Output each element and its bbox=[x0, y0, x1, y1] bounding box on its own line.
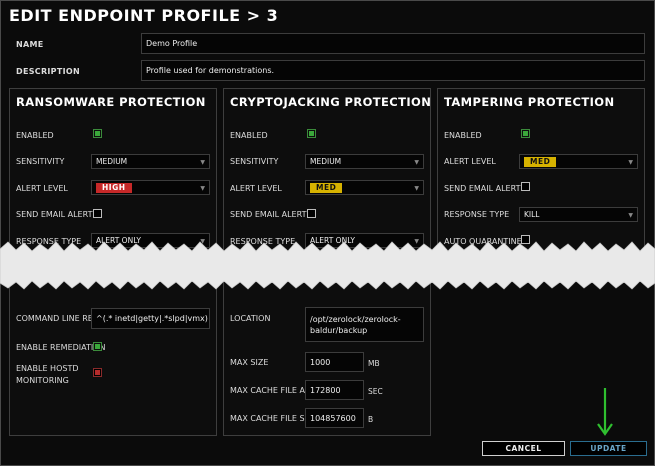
ransomware-enabled-label: ENABLED bbox=[16, 131, 54, 140]
max-size-label: MAX SIZE bbox=[230, 358, 269, 367]
tampering-send-email-label: SEND EMAIL ALERTS bbox=[444, 184, 526, 193]
tampering-response-type-select[interactable]: KILL ▼ bbox=[519, 207, 638, 222]
ransomware-send-email-checkbox[interactable] bbox=[93, 209, 102, 218]
ransomware-alert-level-select[interactable]: HIGH ▼ bbox=[91, 180, 210, 195]
chevron-down-icon: ▼ bbox=[414, 238, 419, 245]
max-cache-size-input[interactable]: 104857600 bbox=[305, 408, 364, 428]
cryptojacking-response-type-select[interactable]: ALERT ONLY ▼ bbox=[305, 233, 424, 248]
update-button[interactable]: UPDATE bbox=[570, 441, 647, 456]
location-label: LOCATION bbox=[230, 314, 271, 323]
ransomware-response-type-label: RESPONSE TYPE bbox=[16, 237, 82, 246]
cryptojacking-alert-level-select[interactable]: MED ▼ bbox=[305, 180, 424, 195]
enable-remediation-checkbox[interactable] bbox=[93, 342, 102, 351]
max-cache-age-unit: SEC bbox=[368, 387, 383, 396]
cryptojacking-send-email-label: SEND EMAIL ALERTS bbox=[230, 210, 312, 219]
location-value-line-2: baldur/backup bbox=[310, 325, 368, 335]
tampering-response-type-label: RESPONSE TYPE bbox=[444, 210, 510, 219]
tampering-alert-level-select[interactable]: MED ▼ bbox=[519, 154, 638, 169]
cryptojacking-alert-level-label: ALERT LEVEL bbox=[230, 184, 282, 193]
ransomware-sensitivity-select[interactable]: MEDIUM ▼ bbox=[91, 154, 210, 169]
cancel-button[interactable]: CANCEL bbox=[482, 441, 565, 456]
chevron-down-icon: ▼ bbox=[200, 238, 205, 245]
ransomware-response-type-select[interactable]: ALERT ONLY ▼ bbox=[91, 233, 210, 248]
ransomware-response-type-value: ALERT ONLY bbox=[96, 236, 141, 245]
chevron-down-icon: ▼ bbox=[414, 185, 419, 192]
location-value-line-1: /opt/zerolock/zerolock- bbox=[310, 314, 401, 324]
max-size-unit: MB bbox=[368, 359, 380, 368]
name-input[interactable]: Demo Profile bbox=[141, 33, 645, 54]
cryptojacking-enabled-label: ENABLED bbox=[230, 131, 268, 140]
max-size-input[interactable]: 1000 bbox=[305, 352, 364, 372]
tampering-alert-level-label: ALERT LEVEL bbox=[444, 157, 496, 166]
page-title: EDIT ENDPOINT PROFILE > 3 bbox=[9, 6, 279, 25]
alert-level-badge-med: MED bbox=[310, 182, 343, 193]
max-cache-age-label: MAX CACHE FILE AGE bbox=[230, 386, 317, 395]
description-label: DESCRIPTION bbox=[16, 67, 80, 76]
tampering-auto-quarantine-label: AUTO QUARANTINE bbox=[444, 237, 522, 246]
cryptojacking-response-type-label: RESPONSE TYPE bbox=[230, 237, 296, 246]
alert-level-badge-high: HIGH bbox=[96, 182, 132, 193]
cryptojacking-sensitivity-label: SENSITIVITY bbox=[230, 157, 279, 166]
cryptojacking-sensitivity-value: MEDIUM bbox=[310, 157, 342, 166]
tampering-send-email-checkbox[interactable] bbox=[521, 182, 530, 191]
enable-hostd-checkbox[interactable] bbox=[93, 368, 102, 377]
cryptojacking-sensitivity-select[interactable]: MEDIUM ▼ bbox=[305, 154, 424, 169]
chevron-down-icon: ▼ bbox=[414, 159, 419, 166]
cryptojacking-enabled-checkbox[interactable] bbox=[307, 129, 316, 138]
location-input[interactable]: /opt/zerolock/zerolock- baldur/backup bbox=[305, 307, 424, 342]
tampering-auto-quarantine-checkbox[interactable] bbox=[521, 235, 530, 244]
chevron-down-icon: ▼ bbox=[200, 185, 205, 192]
ransomware-sensitivity-label: SENSITIVITY bbox=[16, 157, 65, 166]
ransomware-sensitivity-value: MEDIUM bbox=[96, 157, 128, 166]
cryptojacking-send-email-checkbox[interactable] bbox=[307, 209, 316, 218]
ransomware-alert-level-label: ALERT LEVEL bbox=[16, 184, 68, 193]
ransomware-send-email-label: SEND EMAIL ALERTS bbox=[16, 210, 98, 219]
chevron-down-icon: ▼ bbox=[200, 159, 205, 166]
name-label: NAME bbox=[16, 40, 44, 49]
tampering-enabled-checkbox[interactable] bbox=[521, 129, 530, 138]
tampering-response-type-value: KILL bbox=[524, 210, 540, 219]
enable-hostd-label-1: ENABLE HOSTD bbox=[16, 364, 79, 373]
lower-left-panel bbox=[9, 278, 217, 436]
cryptojacking-response-type-value: ALERT ONLY bbox=[310, 236, 355, 245]
description-input[interactable]: Profile used for demonstrations. bbox=[141, 60, 645, 81]
arrow-down-icon bbox=[597, 388, 613, 436]
ransomware-enabled-checkbox[interactable] bbox=[93, 129, 102, 138]
cryptojacking-title: CRYPTOJACKING PROTECTION bbox=[230, 95, 432, 109]
alert-level-badge-med: MED bbox=[524, 156, 557, 167]
tampering-enabled-label: ENABLED bbox=[444, 131, 482, 140]
max-cache-age-input[interactable]: 172800 bbox=[305, 380, 364, 400]
cmd-regex-input[interactable]: ^(.* inetd|getty|.*slpd|vmx) .*$ bbox=[91, 308, 210, 329]
enable-hostd-label-2: MONITORING bbox=[16, 376, 69, 385]
max-cache-size-unit: B bbox=[368, 415, 374, 424]
tampering-title: TAMPERING PROTECTION bbox=[444, 95, 615, 109]
ransomware-title: RANSOMWARE PROTECTION bbox=[16, 95, 206, 109]
chevron-down-icon: ▼ bbox=[628, 212, 633, 219]
chevron-down-icon: ▼ bbox=[628, 159, 633, 166]
tampering-panel bbox=[437, 88, 645, 260]
